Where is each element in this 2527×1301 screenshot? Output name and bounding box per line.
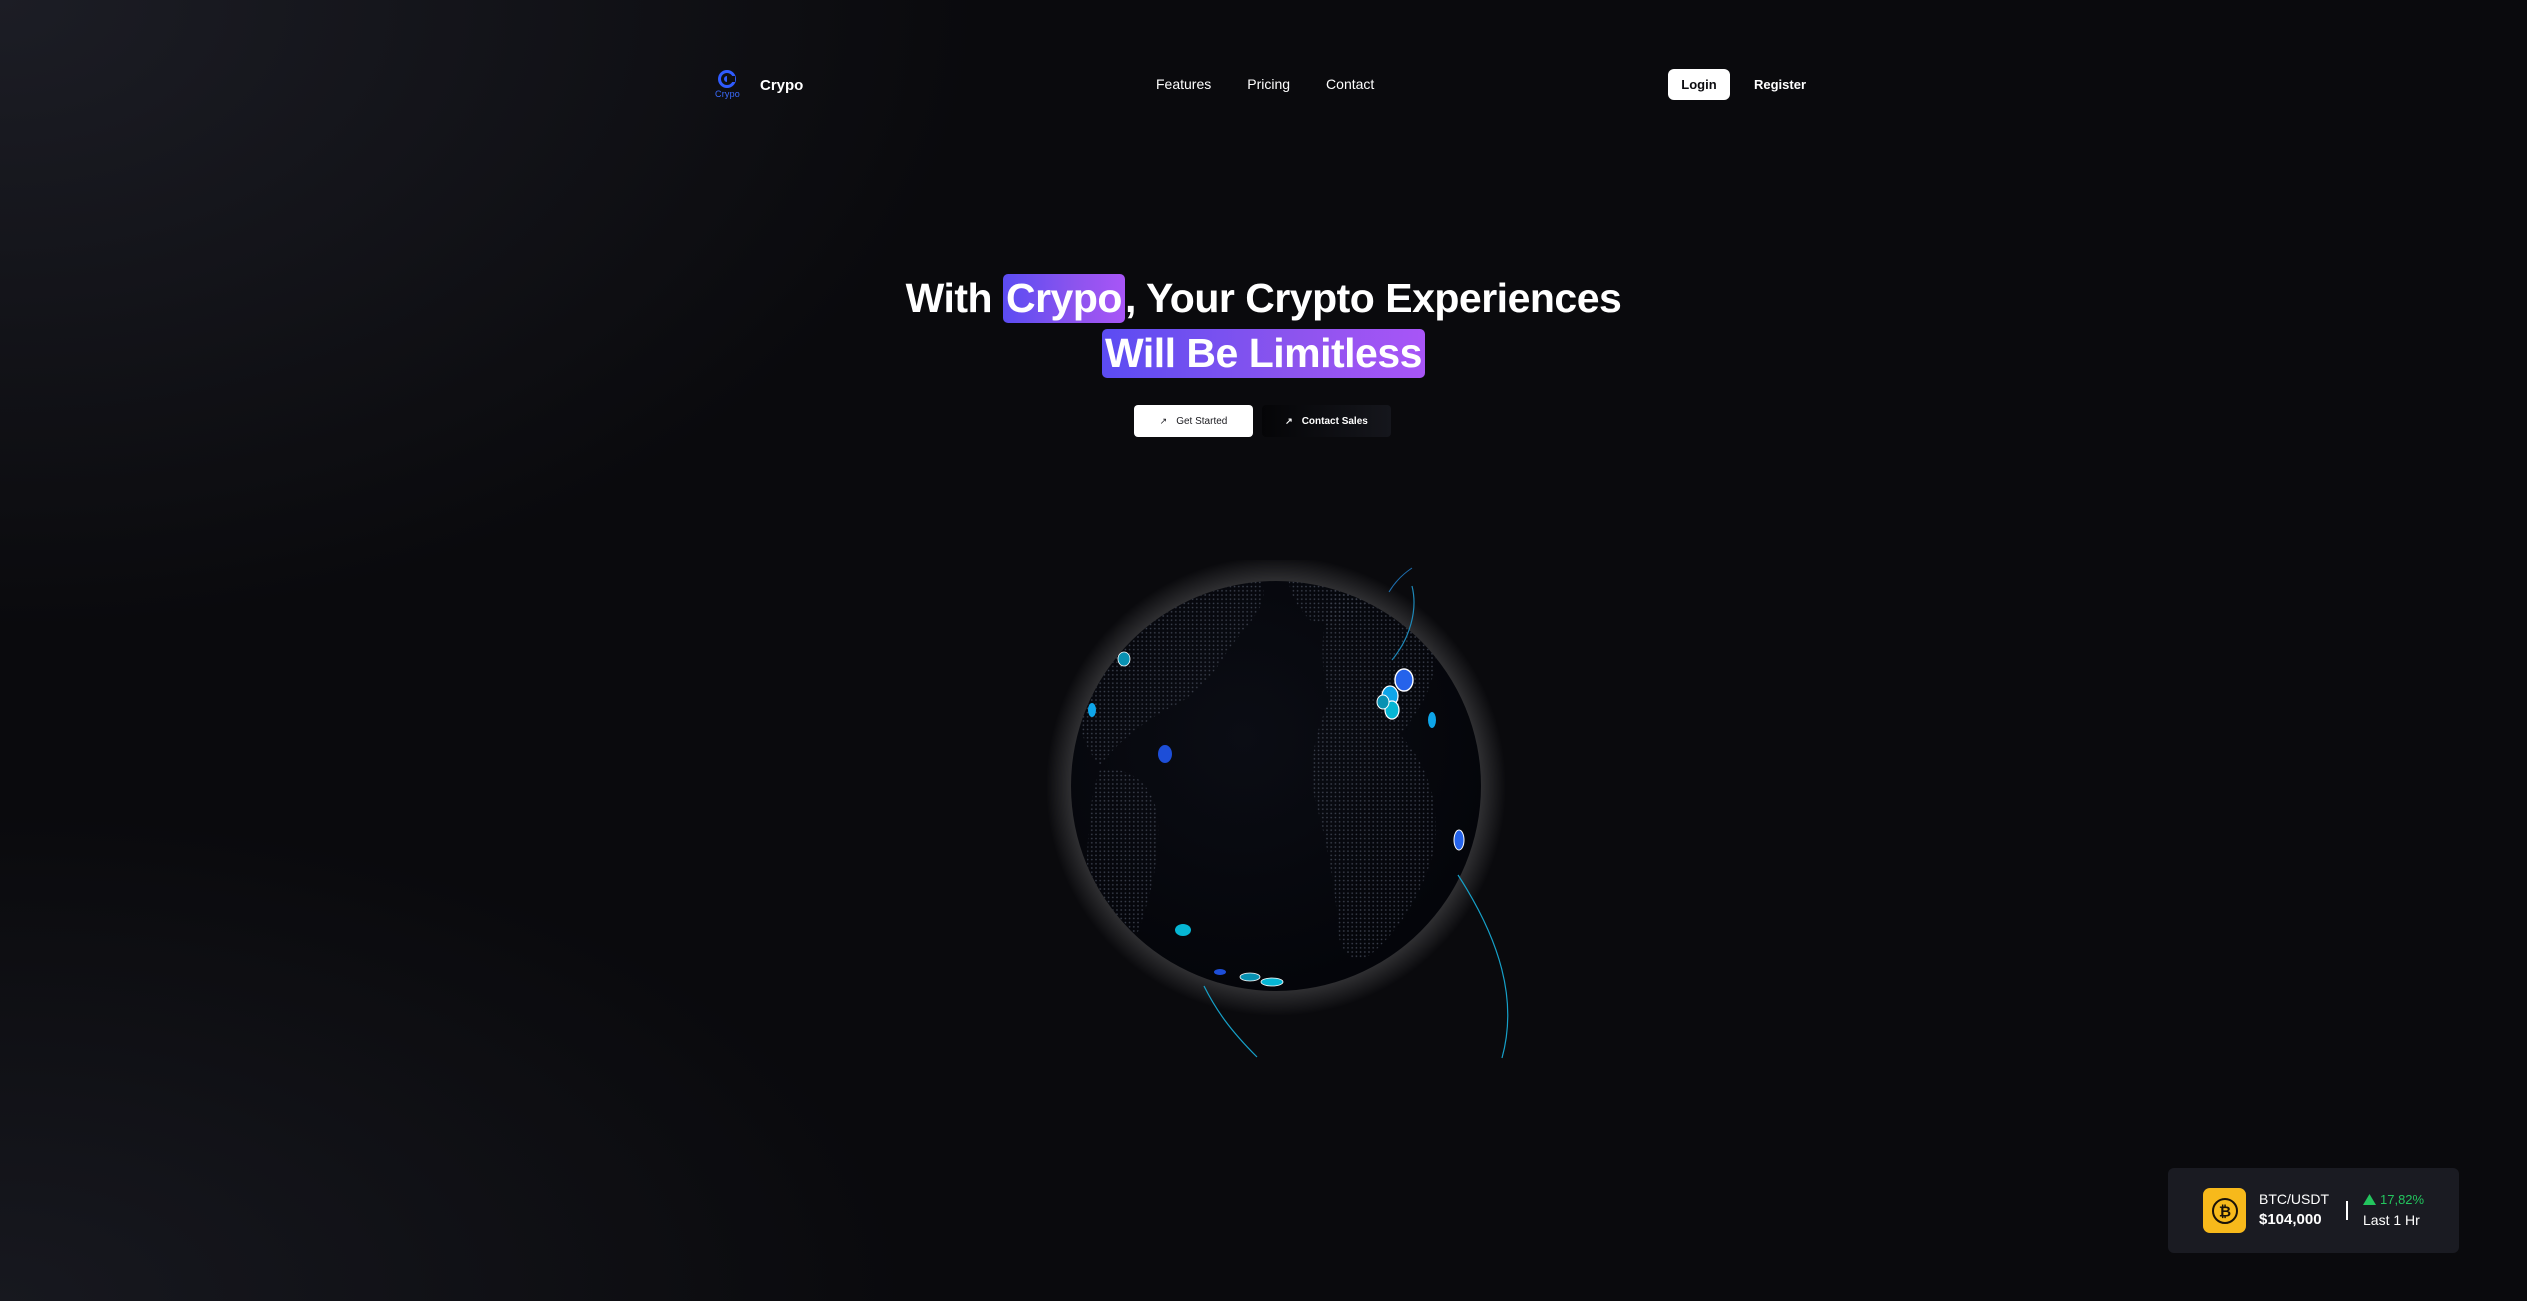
price-change: 17,82% xyxy=(2363,1192,2424,1207)
globe-illustration xyxy=(1040,556,1580,1080)
contact-sales-button[interactable]: ↗ Contact Sales xyxy=(1262,405,1391,437)
hero-suffix: , Your Crypto Experiences xyxy=(1124,275,1622,321)
nav-link-contact[interactable]: Contact xyxy=(1326,76,1374,92)
brand-name: Crypo xyxy=(760,76,804,94)
hero-title-line-1: With Crypo, Your Crypto Experiences xyxy=(0,272,2527,325)
get-started-label: Get Started xyxy=(1176,415,1228,427)
triangle-up-icon xyxy=(2363,1194,2376,1205)
hero-prefix: With xyxy=(905,275,993,321)
nav-link-features[interactable]: Features xyxy=(1156,76,1211,92)
get-started-button[interactable]: ↗ Get Started xyxy=(1134,405,1253,437)
contact-sales-label: Contact Sales xyxy=(1301,415,1368,427)
bitcoin-icon: ₿ xyxy=(2203,1188,2246,1233)
hero-highlight-tagline: Will Be Limitless xyxy=(1102,329,1425,378)
hero-title-line-2: Will Be Limitless xyxy=(0,327,2527,380)
period-label: Last 1 Hr xyxy=(2363,1212,2420,1228)
nav-links: Features Pricing Contact xyxy=(1156,76,1374,92)
svg-text:₿: ₿ xyxy=(2218,1203,2230,1220)
hero-title: With Crypo, Your Crypto Experiences Will… xyxy=(0,272,2527,380)
globe-svg xyxy=(1046,556,1509,1059)
ticker-divider xyxy=(2346,1201,2348,1220)
nav-link-pricing[interactable]: Pricing xyxy=(1247,76,1290,92)
arrow-up-right-icon: ↗ xyxy=(1159,415,1168,426)
landing-page: Crypo Crypo Features Pricing Contact Log… xyxy=(0,0,2527,1301)
pair-label: BTC/USDT xyxy=(2259,1191,2329,1207)
price-change-value: 17,82% xyxy=(2380,1192,2425,1207)
login-button[interactable]: Login xyxy=(1668,69,1730,100)
logo-icon: Crypo xyxy=(712,68,748,102)
pair-price: $104,000 xyxy=(2259,1211,2322,1228)
logo-subtext: Crypo xyxy=(715,89,741,99)
register-button[interactable]: Register xyxy=(1748,69,1812,100)
hero-highlight-brand: Crypo xyxy=(1002,274,1125,323)
price-ticker-card[interactable]: ₿ BTC/USDT $104,000 17,82% Last 1 Hr xyxy=(2168,1168,2459,1253)
brand-logo[interactable]: Crypo Crypo xyxy=(712,68,803,102)
arrow-up-right-icon: ↗ xyxy=(1285,415,1293,426)
